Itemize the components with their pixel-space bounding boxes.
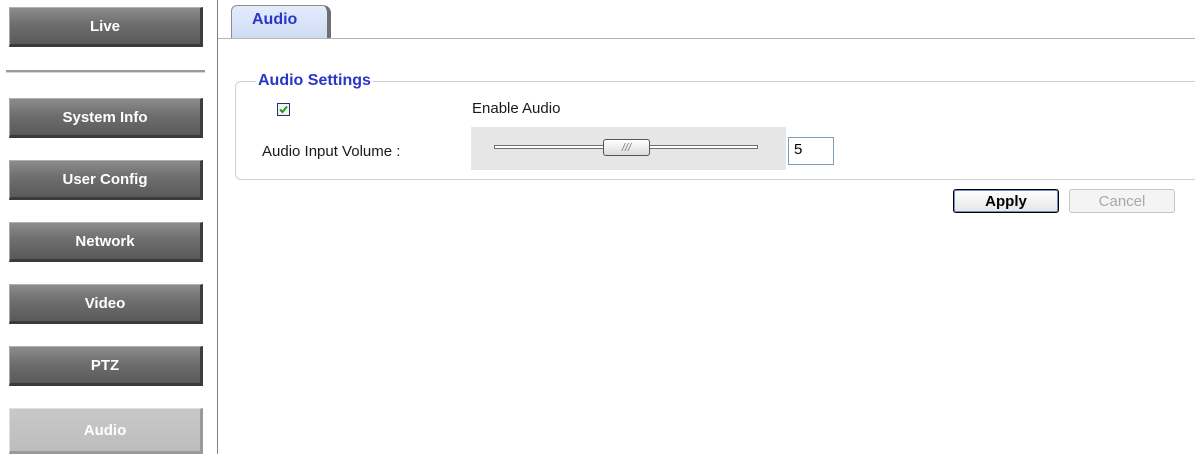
- sidebar-item-label: Audio: [83, 421, 127, 439]
- audio-settings-legend: Audio Settings: [258, 72, 371, 89]
- sidebar: Live System Info User Config Network Vid…: [0, 0, 218, 454]
- sidebar-item-label: Live: [89, 17, 120, 35]
- sidebar-item-user-config[interactable]: User Config: [9, 160, 203, 200]
- enable-audio-checkbox[interactable]: [277, 103, 290, 116]
- sidebar-separator: [6, 70, 205, 73]
- cancel-button[interactable]: Cancel: [1069, 189, 1175, 213]
- sidebar-item-label: Video: [84, 294, 126, 312]
- sidebar-item-label: Network: [75, 232, 135, 250]
- tab-audio[interactable]: Audio: [231, 5, 331, 38]
- sidebar-item-network[interactable]: Network: [9, 222, 203, 262]
- sidebar-divider: [217, 0, 218, 454]
- checkmark-icon: [279, 105, 288, 114]
- sidebar-item-label: System Info: [62, 108, 148, 126]
- tab-baseline: [218, 38, 1195, 39]
- sidebar-item-label: PTZ: [90, 356, 120, 374]
- enable-audio-label: Enable Audio: [472, 100, 561, 117]
- sidebar-item-live[interactable]: Live: [9, 7, 203, 47]
- apply-button[interactable]: Apply: [953, 189, 1059, 213]
- sidebar-item-audio[interactable]: Audio: [9, 408, 203, 454]
- volume-slider-thumb[interactable]: ///: [603, 139, 650, 156]
- audio-input-volume-label: Audio Input Volume :: [262, 143, 401, 160]
- grip-icon: ///: [621, 141, 632, 154]
- tab-label: Audio: [252, 11, 298, 28]
- volume-input[interactable]: 5: [788, 137, 834, 165]
- sidebar-item-label: User Config: [62, 170, 148, 188]
- sidebar-item-video[interactable]: Video: [9, 284, 203, 324]
- sidebar-item-ptz[interactable]: PTZ: [9, 346, 203, 386]
- sidebar-item-system-info[interactable]: System Info: [9, 98, 203, 138]
